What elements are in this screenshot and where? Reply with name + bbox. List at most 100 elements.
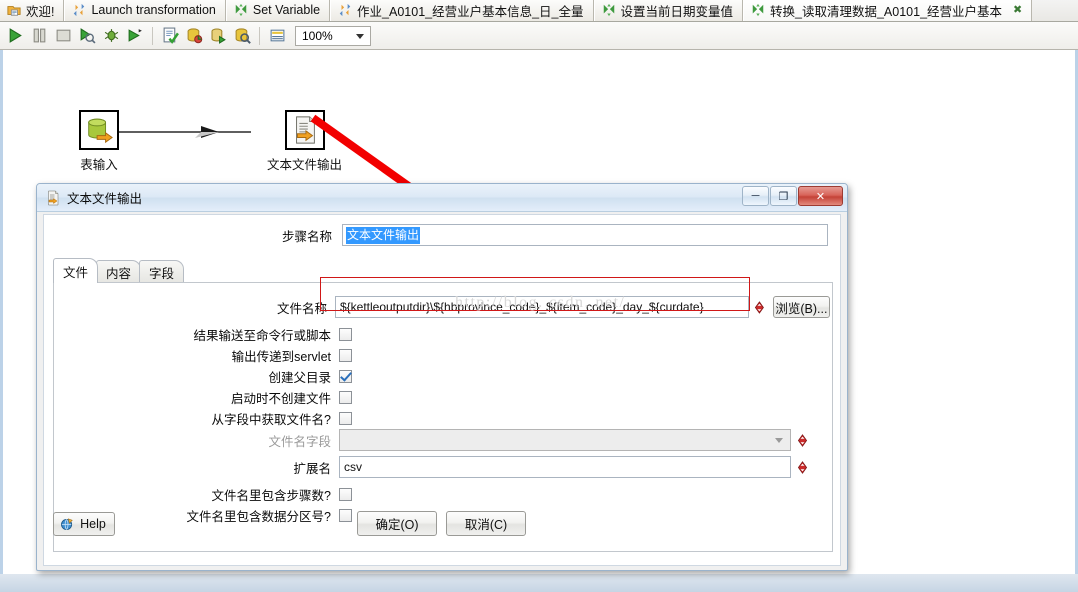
tab-file[interactable]: 文件 <box>53 258 99 283</box>
chevron-down-icon <box>775 438 783 443</box>
checkbox-label: 结果输送至命令行或脚本 <box>193 329 331 343</box>
dialog-body: 步骤名称 文本文件输出 文件 内容 字段 文件名称 ${kettleoutput… <box>43 214 841 566</box>
checkbox-label: 文件名里包含步骤数? <box>211 489 331 503</box>
checkbox-include-stepnr[interactable] <box>339 488 352 501</box>
extension-label: 扩展名 <box>293 461 331 476</box>
ok-button[interactable]: 确定(O) <box>357 511 437 536</box>
impact-icon[interactable] <box>182 24 206 48</box>
variable-indicator-icon <box>754 300 764 314</box>
help-button[interactable]: Help <box>53 512 115 536</box>
tab-transformation-read-clean-data[interactable]: 转换_读取清理数据_A0101_经营业户基本 ✖ <box>743 0 1033 21</box>
ok-label: 确定(O) <box>375 518 419 532</box>
checkbox-label: 创建父目录 <box>268 371 331 385</box>
transformation-icon <box>339 3 351 17</box>
checkbox-row-include-stepnr: 文件名里包含步骤数? <box>54 485 352 504</box>
verify-icon[interactable] <box>158 24 182 48</box>
zoom-value: 100% <box>302 28 333 43</box>
dialog-title: 文本文件输出 <box>67 192 143 206</box>
checkbox-row-create-parent-folder: 创建父目录 <box>54 367 352 386</box>
replay-icon[interactable] <box>123 24 147 48</box>
dialog-title-bar[interactable]: 文本文件输出 ─ ❐ ✕ <box>37 184 847 212</box>
window-controls: ─ ❐ ✕ <box>742 186 843 206</box>
table-input-icon <box>88 118 113 144</box>
filename-field-combo[interactable] <box>339 429 791 451</box>
filename-field-row: 文件名字段 <box>54 429 830 451</box>
step-name-label: 步骤名称 <box>281 229 332 244</box>
tab-welcome[interactable]: 欢迎! <box>0 0 65 21</box>
tab-set-current-date-variable[interactable]: 设置当前日期变量值 <box>593 0 744 21</box>
toolbar-separator <box>152 26 153 45</box>
preview-icon[interactable] <box>75 24 99 48</box>
filename-field-label: 文件名字段 <box>268 434 331 449</box>
close-icon: ✕ <box>815 190 826 203</box>
step-name-value: 文本文件输出 <box>346 226 421 244</box>
file-tab-panel: 文件名称 ${kettleoutputdir}\${hbprovince_cod… <box>53 282 833 552</box>
sql-icon[interactable] <box>206 24 230 48</box>
close-button[interactable]: ✕ <box>798 186 843 206</box>
welcome-folder-icon <box>7 6 21 16</box>
checkbox-servlet[interactable] <box>339 349 352 362</box>
tab-close-icon[interactable]: ✖ <box>1013 4 1022 16</box>
checkbox-row-command-line: 结果输送至命令行或脚本 <box>54 325 352 344</box>
debug-icon[interactable] <box>99 24 123 48</box>
maximize-icon: ❐ <box>778 190 789 203</box>
cancel-button[interactable]: 取消(C) <box>446 511 526 536</box>
main-toolbar: 100% <box>0 22 1078 50</box>
variable-indicator-icon <box>797 433 808 447</box>
checkbox-filename-from-field[interactable] <box>339 412 352 425</box>
tab-label: 字段 <box>149 266 175 281</box>
tab-launch-transformation[interactable]: Launch transformation <box>64 0 226 21</box>
tab-job-a0101-full[interactable]: 作业_A0101_经营业户基本信息_日_全量 <box>330 0 594 21</box>
text-file-output-icon <box>48 190 59 205</box>
cancel-label: 取消(C) <box>464 518 508 532</box>
checkbox-label: 输出传递到servlet <box>231 350 331 364</box>
pause-icon[interactable] <box>27 24 51 48</box>
browse-button[interactable]: 浏览(B)... <box>772 296 830 318</box>
maximize-button[interactable]: ❐ <box>770 186 797 206</box>
tab-label: 内容 <box>106 266 132 281</box>
explore-db-icon[interactable] <box>230 24 254 48</box>
tab-content[interactable]: 内容 <box>96 260 142 283</box>
run-icon[interactable] <box>3 24 27 48</box>
step-name-input[interactable]: 文本文件输出 <box>342 224 828 246</box>
tab-label: 转换_读取清理数据_A0101_经营业户基本 <box>770 4 1003 19</box>
watermark-text: http://blog. csdn. net/ <box>455 294 626 311</box>
help-label: Help <box>80 517 106 531</box>
checkbox-do-not-create-at-start[interactable] <box>339 391 352 404</box>
minimize-icon: ─ <box>751 190 760 202</box>
browse-label: 浏览(B)... <box>775 301 828 316</box>
tab-label: 文件 <box>63 265 89 280</box>
extension-input[interactable]: csv <box>339 456 791 478</box>
tab-fields[interactable]: 字段 <box>139 260 185 283</box>
checkbox-row-do-not-create-at-start: 启动时不创建文件 <box>54 388 352 407</box>
kettle-spoon-window: 欢迎! Launch transformation Set Variable 作… <box>0 0 1078 592</box>
checkbox-row-filename-from-field: 从字段中获取文件名? <box>54 409 352 428</box>
zoom-combo[interactable]: 100% <box>295 25 371 46</box>
checkbox-include-partition[interactable] <box>339 509 352 522</box>
show-grid-icon[interactable] <box>265 24 289 48</box>
variable-indicator-icon <box>797 460 808 474</box>
tab-set-variable[interactable]: Set Variable <box>225 0 331 21</box>
checkbox-command-line[interactable] <box>339 328 352 341</box>
tab-label: Set Variable <box>252 3 321 17</box>
checkbox-create-parent-folder[interactable] <box>339 370 352 383</box>
text-file-output-dialog: 文本文件输出 ─ ❐ ✕ 步骤名称 文本文件输出 文件 内容 字段 文件名称 $… <box>36 183 848 571</box>
filename-row: 文件名称 ${kettleoutputdir}\${hbprovince_cod… <box>54 296 830 318</box>
step-name-row: 步骤名称 文本文件输出 <box>44 224 834 246</box>
job-entry-icon <box>235 3 247 17</box>
job-entry-icon <box>752 3 764 17</box>
help-globe-icon <box>61 517 73 530</box>
filename-label: 文件名称 <box>276 301 327 316</box>
step-icon-box[interactable] <box>79 110 119 150</box>
canvas-bottom-band <box>0 574 1078 592</box>
transformation-icon <box>74 3 85 17</box>
stop-icon[interactable] <box>51 24 75 48</box>
dialog-tab-strip: 文件 内容 字段 <box>53 258 185 283</box>
checkbox-label: 启动时不创建文件 <box>230 392 331 406</box>
checkbox-label: 从字段中获取文件名? <box>211 413 331 427</box>
extension-row: 扩展名 csv <box>54 456 830 478</box>
minimize-button[interactable]: ─ <box>742 186 769 206</box>
step-table-input[interactable]: 表输入 <box>79 110 119 173</box>
step-label: 表输入 <box>80 158 118 172</box>
chevron-down-icon <box>356 33 364 39</box>
